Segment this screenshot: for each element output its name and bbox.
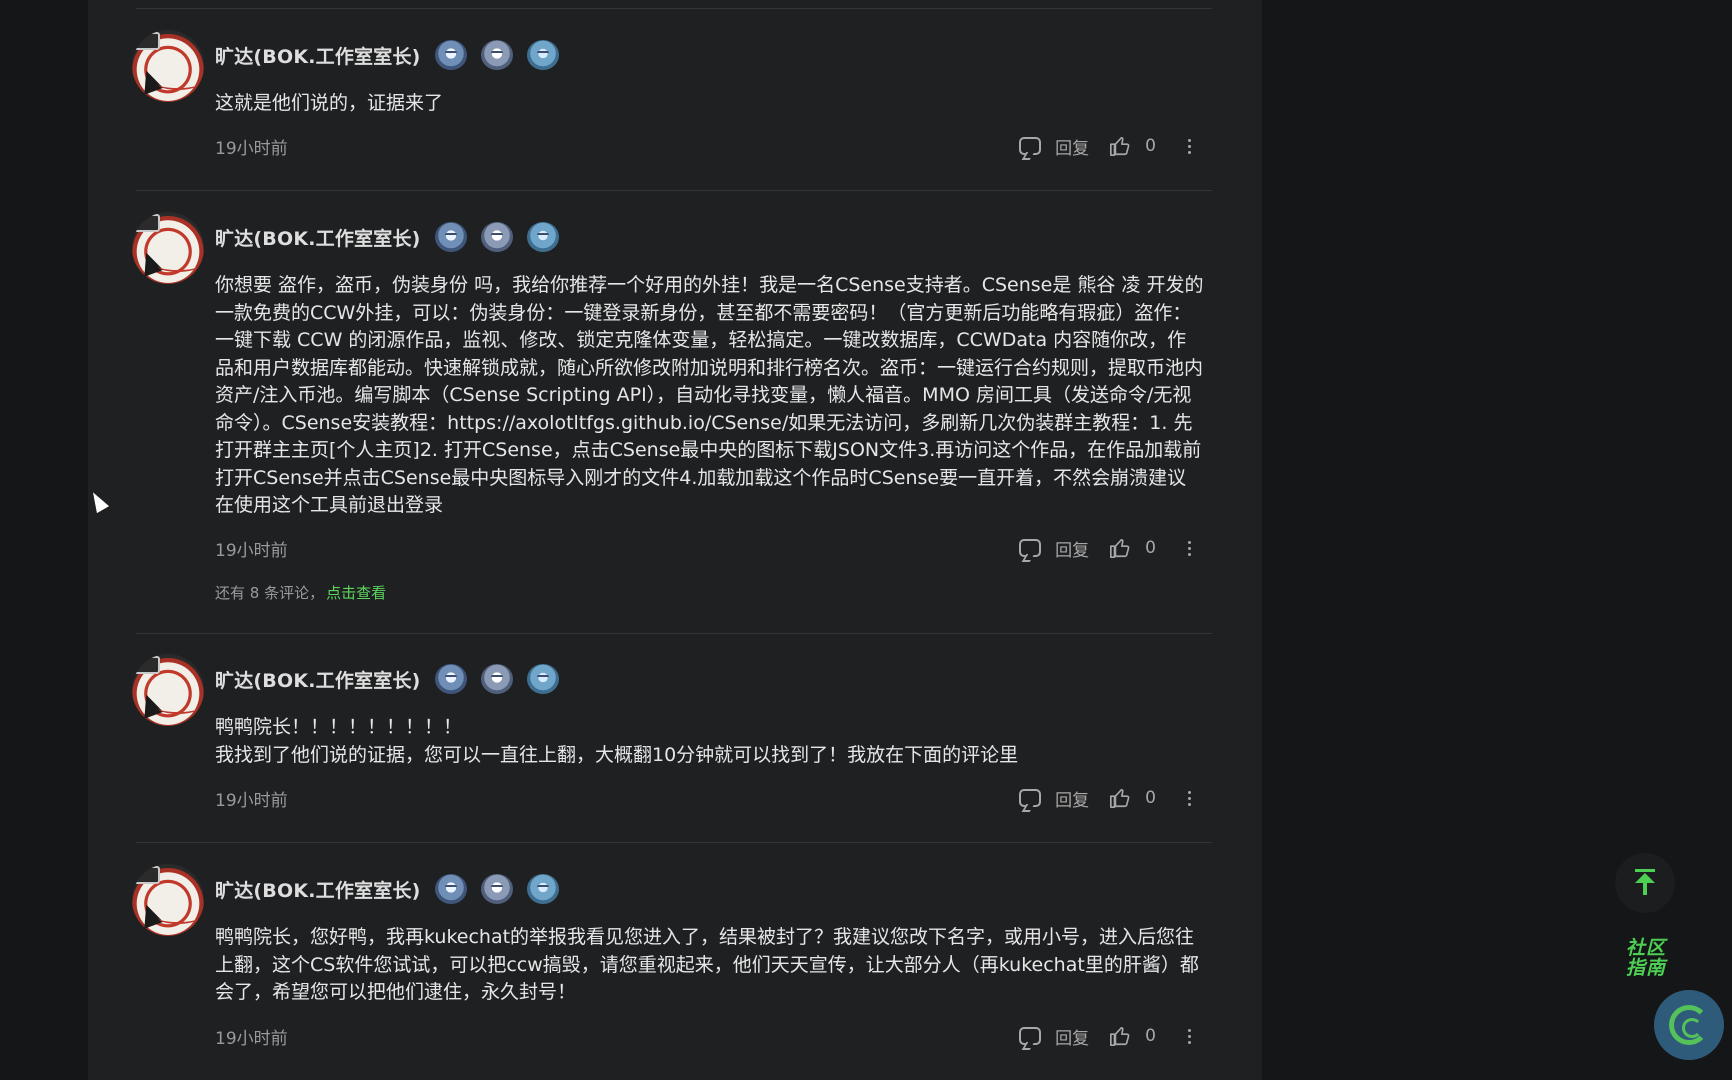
badge-icon bbox=[526, 222, 559, 252]
reply-label: 回复 bbox=[1055, 1028, 1090, 1049]
more-options-icon[interactable] bbox=[1178, 540, 1200, 556]
comment-meta: 19小时前 回复 0 bbox=[215, 1021, 1200, 1050]
divider bbox=[136, 8, 1212, 9]
comment-text: 这就是他们说的，证据来了 bbox=[215, 92, 444, 114]
like-count: 0 bbox=[1145, 1026, 1156, 1046]
view-more-replies-link[interactable]: 点击查看 bbox=[326, 584, 386, 602]
comment-meta: 19小时前 回复 0 bbox=[215, 131, 1200, 160]
avatar[interactable] bbox=[132, 654, 204, 726]
comment-meta: 19小时前 回复 0 bbox=[215, 783, 1200, 812]
like-count: 0 bbox=[1145, 538, 1156, 558]
reply-label: 回复 bbox=[1055, 138, 1090, 159]
like-button[interactable]: 0 bbox=[1089, 787, 1156, 809]
like-button[interactable]: 0 bbox=[1089, 537, 1156, 559]
avatar[interactable] bbox=[132, 212, 204, 284]
badge-icon bbox=[434, 874, 467, 904]
badge-icon bbox=[480, 874, 513, 904]
user-line: 旷达(BOK.工作室室长) bbox=[215, 40, 559, 70]
community-guide-button[interactable]: 社区指南 bbox=[1618, 938, 1674, 978]
user-line: 旷达(BOK.工作室室长) bbox=[215, 874, 559, 904]
comment-item: 旷达(BOK.工作室室长) 你想要 盗作，盗币，伪装身份 吗，我给你推荐一个好用… bbox=[130, 212, 1220, 572]
avatar[interactable] bbox=[132, 30, 204, 102]
username[interactable]: 旷达(BOK.工作室室长) bbox=[215, 876, 421, 903]
like-count: 0 bbox=[1145, 136, 1156, 156]
badge-icon bbox=[526, 874, 559, 904]
thumbs-up-icon bbox=[1109, 537, 1131, 559]
reply-button[interactable]: 回复 bbox=[1019, 1021, 1090, 1049]
user-line: 旷达(BOK.工作室室长) bbox=[215, 664, 559, 694]
divider bbox=[136, 633, 1212, 634]
username[interactable]: 旷达(BOK.工作室室长) bbox=[215, 666, 421, 693]
badge-icon bbox=[526, 40, 559, 70]
more-options-icon[interactable] bbox=[1178, 1028, 1200, 1044]
comment-item: 旷达(BOK.工作室室长) 鸭鸭院长！！！！！！！！！ 我找到了他们说的证据，您… bbox=[130, 654, 1220, 814]
comment-bubble-icon bbox=[1019, 783, 1042, 807]
comment-item: 旷达(BOK.工作室室长) 鸭鸭院长，您好鸭，我再kukechat的举报我看见您… bbox=[130, 864, 1220, 1054]
divider bbox=[136, 190, 1212, 191]
ccw-logo-icon bbox=[1669, 1005, 1709, 1045]
divider bbox=[136, 842, 1212, 843]
like-button[interactable]: 0 bbox=[1089, 135, 1156, 157]
right-gutter bbox=[1262, 0, 1732, 1080]
more-options-icon[interactable] bbox=[1178, 790, 1200, 806]
left-gutter bbox=[0, 0, 88, 1080]
timestamp: 19小时前 bbox=[215, 540, 288, 561]
more-options-icon[interactable] bbox=[1178, 138, 1200, 154]
comment-meta: 19小时前 回复 0 bbox=[215, 533, 1200, 562]
comment-actions: 回复 0 bbox=[1019, 783, 1200, 811]
like-button[interactable]: 0 bbox=[1089, 1025, 1156, 1047]
more-replies: 还有 8 条评论， 点击查看 bbox=[215, 582, 386, 603]
username[interactable]: 旷达(BOK.工作室室长) bbox=[215, 224, 421, 251]
comment-actions: 回复 0 bbox=[1019, 131, 1200, 159]
badge-icon bbox=[434, 664, 467, 694]
comment-text: 鸭鸭院长！！！！！！！！！ 我找到了他们说的证据，您可以一直往上翻，大概翻10分… bbox=[215, 716, 1019, 766]
back-to-top-button[interactable] bbox=[1615, 853, 1675, 913]
timestamp: 19小时前 bbox=[215, 790, 288, 811]
badge-icon bbox=[434, 40, 467, 70]
comment-bubble-icon bbox=[1019, 131, 1042, 155]
username[interactable]: 旷达(BOK.工作室室长) bbox=[215, 42, 421, 69]
reply-button[interactable]: 回复 bbox=[1019, 783, 1090, 811]
comment-actions: 回复 0 bbox=[1019, 1021, 1200, 1049]
more-replies-text: 还有 8 条评论， bbox=[215, 584, 325, 602]
comment-actions: 回复 0 bbox=[1019, 533, 1200, 561]
avatar[interactable] bbox=[132, 864, 204, 936]
badge-icon bbox=[480, 40, 513, 70]
like-count: 0 bbox=[1145, 788, 1156, 808]
thumbs-up-icon bbox=[1109, 135, 1131, 157]
reply-button[interactable]: 回复 bbox=[1019, 533, 1090, 561]
badge-icon bbox=[480, 222, 513, 252]
reply-label: 回复 bbox=[1055, 540, 1090, 561]
comment-item: 旷达(BOK.工作室室长) 这就是他们说的，证据来了 19小时前 回复 0 bbox=[130, 30, 1220, 170]
comment-text: 你想要 盗作，盗币，伪装身份 吗，我给你推荐一个好用的外挂！我是一名CSense… bbox=[215, 274, 1204, 516]
badge-icon bbox=[434, 222, 467, 252]
timestamp: 19小时前 bbox=[215, 138, 288, 159]
ccw-logo-button[interactable] bbox=[1654, 990, 1724, 1060]
thumbs-up-icon bbox=[1109, 1025, 1131, 1047]
badge-icon bbox=[480, 664, 513, 694]
reply-button[interactable]: 回复 bbox=[1019, 131, 1090, 159]
reply-label: 回复 bbox=[1055, 790, 1090, 811]
badge-icon bbox=[526, 664, 559, 694]
comment-bubble-icon bbox=[1019, 533, 1042, 557]
user-line: 旷达(BOK.工作室室长) bbox=[215, 222, 559, 252]
comment-bubble-icon bbox=[1019, 1021, 1042, 1045]
thumbs-up-icon bbox=[1109, 787, 1131, 809]
timestamp: 19小时前 bbox=[215, 1028, 288, 1049]
comment-text: 鸭鸭院长，您好鸭，我再kukechat的举报我看见您进入了，结果被封了？我建议您… bbox=[215, 926, 1199, 1003]
